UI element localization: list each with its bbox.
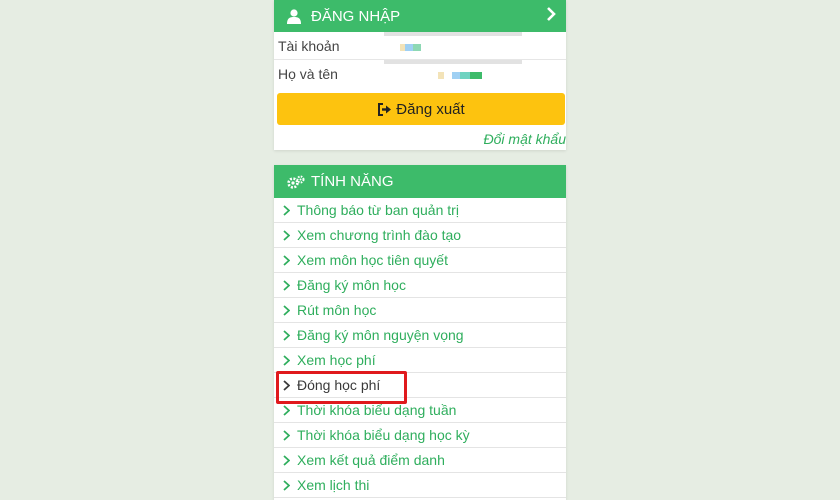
menu-item-label: Xem lịch thi: [297, 477, 370, 493]
chevron-right-icon: [283, 329, 297, 341]
features-header: TÍNH NĂNG: [274, 165, 566, 198]
chevron-right-icon: [283, 254, 297, 266]
sign-out-icon: [377, 102, 392, 116]
menu-item-label: Xem học phí: [297, 352, 376, 368]
fullname-row: Họ và tên: [274, 60, 566, 87]
features-menu: Thông báo từ ban quản trị Xem chương trì…: [274, 198, 566, 498]
account-label: Tài khoản: [278, 37, 340, 54]
chevron-right-icon: [283, 304, 297, 316]
fullname-label: Họ và tên: [278, 65, 338, 82]
chevron-right-icon: [283, 379, 297, 391]
logout-label: Đăng xuất: [396, 100, 465, 118]
account-value-bar: [384, 32, 522, 36]
gears-icon: [287, 174, 305, 190]
menu-item-label: Thời khóa biểu dạng học kỳ: [297, 427, 470, 443]
login-panel: ĐĂNG NHẬP Tài khoản Họ và tên Đăng xuất …: [274, 0, 566, 150]
change-password-link[interactable]: Đổi mật khẩu: [274, 131, 566, 147]
menu-item-course-registration[interactable]: Đăng ký môn học: [274, 273, 566, 298]
menu-item-weekly-timetable[interactable]: Thời khóa biểu dạng tuần: [274, 398, 566, 423]
chevron-right-icon: [283, 279, 297, 291]
chevron-right-icon: [283, 204, 297, 216]
chevron-right-icon: [283, 354, 297, 366]
menu-item-training-program[interactable]: Xem chương trình đào tạo: [274, 223, 566, 248]
features-panel: TÍNH NĂNG Thông báo từ ban quản trị Xem …: [274, 165, 566, 500]
chevron-right-icon: [283, 479, 297, 491]
menu-item-label: Xem môn học tiên quyết: [297, 252, 448, 268]
user-icon: [287, 8, 305, 24]
fullname-value-bar: [384, 60, 522, 64]
chevron-right-icon[interactable]: [546, 6, 556, 24]
menu-item-attendance-results[interactable]: Xem kết quả điểm danh: [274, 448, 566, 473]
chevron-right-icon: [283, 404, 297, 416]
login-title: ĐĂNG NHẬP: [311, 7, 401, 25]
account-row: Tài khoản: [274, 32, 566, 60]
menu-item-admin-notices[interactable]: Thông báo từ ban quản trị: [274, 198, 566, 223]
menu-item-label: Đăng ký môn nguyện vọng: [297, 327, 464, 343]
menu-item-label: Rút môn học: [297, 302, 377, 318]
menu-item-semester-timetable[interactable]: Thời khóa biểu dạng học kỳ: [274, 423, 566, 448]
menu-item-view-tuition[interactable]: Xem học phí: [274, 348, 566, 373]
chevron-right-icon: [283, 229, 297, 241]
chevron-right-icon: [283, 454, 297, 466]
features-title: TÍNH NĂNG: [311, 173, 394, 190]
logout-button[interactable]: Đăng xuất: [277, 93, 565, 125]
menu-item-course-withdrawal[interactable]: Rút môn học: [274, 298, 566, 323]
login-header[interactable]: ĐĂNG NHẬP: [274, 0, 566, 32]
menu-item-label: Thời khóa biểu dạng tuần: [297, 402, 457, 418]
menu-item-label: Xem chương trình đào tạo: [297, 227, 462, 243]
menu-item-prerequisites[interactable]: Xem môn học tiên quyết: [274, 248, 566, 273]
menu-item-label: Đăng ký môn học: [297, 277, 406, 293]
chevron-right-icon: [283, 429, 297, 441]
menu-item-label: Xem kết quả điểm danh: [297, 452, 445, 468]
menu-item-pay-tuition[interactable]: Đóng học phí: [274, 373, 566, 398]
menu-item-label: Thông báo từ ban quản trị: [297, 202, 459, 218]
menu-item-wishlist-registration[interactable]: Đăng ký môn nguyện vọng: [274, 323, 566, 348]
menu-item-label: Đóng học phí: [297, 377, 381, 393]
menu-item-exam-schedule[interactable]: Xem lịch thi: [274, 473, 566, 498]
